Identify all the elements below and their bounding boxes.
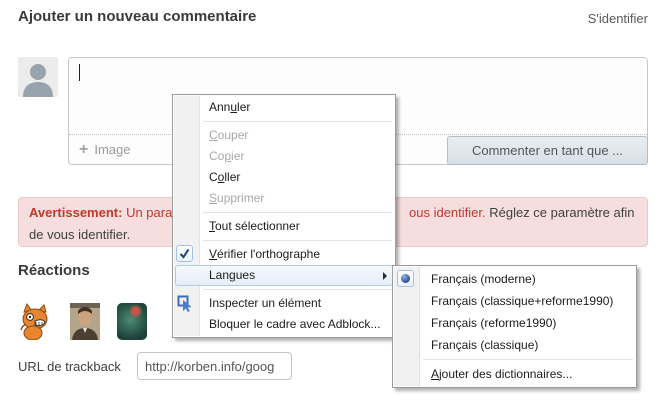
reaction-avatar-portrait[interactable] bbox=[70, 303, 100, 340]
comment-as-button[interactable]: Commenter en tant que ... bbox=[447, 136, 648, 165]
warning-line-2: de vous identifier. bbox=[29, 227, 130, 242]
comment-page: Ajouter un nouveau commentaire S'identif… bbox=[0, 0, 659, 402]
page-title: Ajouter un nouveau commentaire bbox=[18, 8, 256, 25]
menu-separator bbox=[203, 212, 392, 213]
radio-bullet-icon bbox=[397, 270, 414, 287]
submenu-arrow-icon bbox=[383, 272, 387, 280]
menu-item-label: Bloquer le cadre avec Adblock... bbox=[209, 317, 380, 331]
menu-separator bbox=[203, 289, 392, 290]
menu-item-label: Supprimer bbox=[209, 191, 264, 205]
menu-item-label: Coller bbox=[209, 170, 240, 184]
context-menu: Annuler Couper Copier Coller Supprimer Tout s… bbox=[172, 94, 396, 338]
add-image-label: Image bbox=[94, 142, 130, 157]
menu-item-annuler[interactable]: Annuler bbox=[173, 97, 395, 118]
warning-label: Avertissement: bbox=[29, 205, 122, 220]
menu-item-langues[interactable]: Langues bbox=[173, 265, 395, 286]
menu-item-inspecter-element[interactable]: Inspecter un élément bbox=[173, 293, 395, 314]
text-cursor bbox=[79, 64, 80, 81]
trackback-input[interactable] bbox=[137, 352, 292, 380]
menu-item-label: Français (moderne) bbox=[431, 272, 536, 286]
menu-item-label: Français (reforme1990) bbox=[431, 316, 556, 330]
reaction-avatar-cat[interactable] bbox=[18, 303, 52, 340]
menu-item-supprimer[interactable]: Supprimer bbox=[173, 188, 395, 209]
menu-item-copier[interactable]: Copier bbox=[173, 146, 395, 167]
trackback-label: URL de trackback bbox=[18, 359, 121, 374]
menu-item-francais-reforme1990[interactable]: Français (reforme1990) bbox=[393, 312, 636, 334]
reactions-title: Réactions bbox=[18, 262, 90, 279]
commenter-avatar bbox=[18, 57, 58, 97]
menu-item-francais-moderne[interactable]: Français (moderne) bbox=[393, 268, 636, 290]
plus-icon: + bbox=[79, 142, 88, 158]
menu-separator bbox=[203, 121, 392, 122]
menu-item-label: Français (classique+reforme1990) bbox=[431, 294, 613, 308]
menu-item-label: Copier bbox=[209, 149, 244, 163]
language-submenu: Français (moderne) Français (classique+re… bbox=[392, 265, 637, 388]
warning-text-left: Un para bbox=[122, 205, 172, 220]
menu-item-bloquer-adblock[interactable]: Bloquer le cadre avec Adblock... bbox=[173, 314, 395, 335]
menu-item-label: Tout sélectionner bbox=[209, 219, 300, 233]
warning-text-right: ous identifier. Réglez ce paramètre afin bbox=[409, 205, 634, 220]
menu-separator bbox=[423, 359, 633, 360]
menu-item-ajouter-dictionnaires[interactable]: Ajouter des dictionnaires... bbox=[393, 363, 636, 385]
menu-item-label: Langues bbox=[209, 268, 255, 282]
checkmark-icon bbox=[176, 245, 193, 262]
menu-item-label: Français (classique) bbox=[431, 338, 538, 352]
cat-cartoon-icon bbox=[18, 303, 52, 340]
person-silhouette-icon bbox=[18, 57, 58, 97]
menu-item-label: Inspecter un élément bbox=[209, 296, 321, 310]
menu-item-label: Annuler bbox=[209, 100, 250, 114]
menu-item-francais-classique[interactable]: Français (classique) bbox=[393, 334, 636, 356]
reaction-avatar-fantasy[interactable] bbox=[117, 303, 147, 340]
menu-item-coller[interactable]: Coller bbox=[173, 167, 395, 188]
portrait-photo-icon bbox=[70, 303, 100, 340]
menu-item-couper[interactable]: Couper bbox=[173, 125, 395, 146]
add-image-button[interactable]: + Image bbox=[79, 142, 130, 158]
menu-item-label: Couper bbox=[209, 128, 248, 142]
inspect-element-icon bbox=[177, 295, 194, 312]
menu-item-tout-selectionner[interactable]: Tout sélectionner bbox=[173, 216, 395, 237]
signin-link[interactable]: S'identifier bbox=[588, 11, 648, 26]
menu-item-verifier-orthographe[interactable]: Vérifier l'orthographe bbox=[173, 244, 395, 265]
menu-item-label: Vérifier l'orthographe bbox=[209, 247, 320, 261]
menu-item-label: Ajouter des dictionnaires... bbox=[431, 367, 572, 381]
menu-separator bbox=[203, 240, 392, 241]
menu-item-francais-classique-reforme1990[interactable]: Français (classique+reforme1990) bbox=[393, 290, 636, 312]
